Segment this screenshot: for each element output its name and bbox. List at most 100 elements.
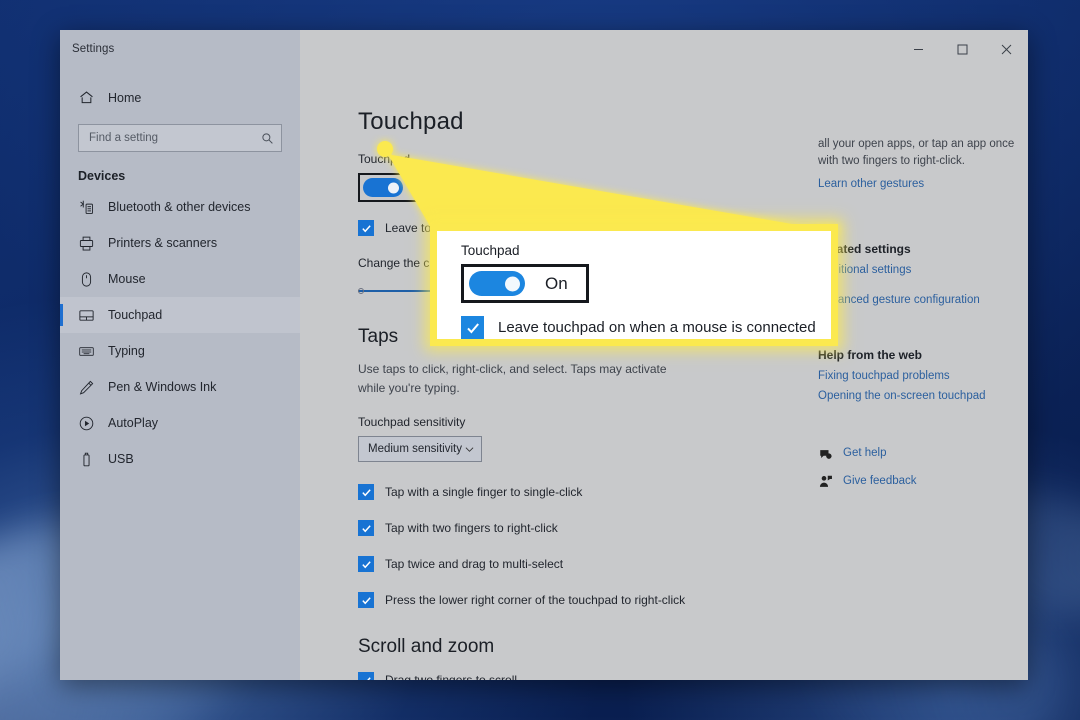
touchpad-toggle-callout: Touchpad On Leave touchpad on when a mou… bbox=[430, 224, 838, 346]
home-icon bbox=[78, 89, 95, 106]
title-bar-left: Settings bbox=[60, 30, 300, 68]
callout-toggle-highlight: On bbox=[461, 264, 589, 303]
taps-options-list: Tap with a single finger to single-click… bbox=[358, 484, 808, 608]
leave-touchpad-on-checkbox[interactable] bbox=[358, 220, 374, 236]
main-column: Touchpad Touchpad On Leave touchpad on w… bbox=[300, 68, 808, 680]
minimize-button[interactable] bbox=[896, 30, 940, 68]
sidebar-item-label: Typing bbox=[108, 344, 145, 358]
press-lower-right-corner-checkbox[interactable] bbox=[358, 592, 374, 608]
give-feedback-label: Give feedback bbox=[843, 475, 917, 487]
sidebar-item-typing[interactable]: Typing bbox=[60, 333, 300, 369]
sidebar-item-label: Printers & scanners bbox=[108, 236, 217, 250]
taps-option-row[interactable]: Tap with two fingers to right-click bbox=[358, 520, 808, 536]
search-wrapper bbox=[60, 115, 300, 152]
help-from-web-heading: Help from the web bbox=[818, 348, 1018, 362]
callout-touchpad-toggle[interactable] bbox=[469, 271, 525, 296]
fixing-touchpad-problems-link[interactable]: Fixing touchpad problems bbox=[818, 370, 1018, 382]
sidebar-item-mouse[interactable]: Mouse bbox=[60, 261, 300, 297]
sidebar-item-usb[interactable]: USB bbox=[60, 441, 300, 477]
taps-description: Use taps to click, right-click, and sele… bbox=[358, 360, 688, 397]
opening-on-screen-touchpad-link[interactable]: Opening the on-screen touchpad bbox=[818, 390, 1018, 402]
sidebar-item-autoplay[interactable]: AutoPlay bbox=[60, 405, 300, 441]
keyboard-icon bbox=[78, 343, 95, 360]
callout-checkbox-row[interactable]: Leave touchpad on when a mouse is connec… bbox=[461, 316, 831, 339]
callout-checkbox-label: Leave touchpad on when a mouse is connec… bbox=[498, 319, 816, 336]
taps-option-row[interactable]: Tap with a single finger to single-click bbox=[358, 484, 808, 500]
page-title: Touchpad bbox=[358, 108, 808, 136]
slider-start-dot bbox=[358, 288, 364, 294]
mouse-icon bbox=[78, 271, 95, 288]
check-icon bbox=[361, 523, 372, 534]
window-controls bbox=[300, 30, 1028, 68]
right-panel: all your open apps, or tap an app once w… bbox=[808, 68, 1028, 680]
search-input[interactable] bbox=[89, 132, 261, 144]
check-icon bbox=[361, 559, 372, 570]
related-settings-heading: Related settings bbox=[818, 242, 1018, 256]
touchpad-toggle-state: On bbox=[415, 181, 431, 195]
give-feedback-action[interactable]: Give feedback bbox=[818, 474, 1018, 489]
drag-two-fingers-label: Drag two fingers to scroll bbox=[385, 673, 517, 680]
get-help-icon bbox=[818, 446, 833, 461]
sidebar-home-label: Home bbox=[108, 91, 141, 105]
title-bar[interactable]: Settings bbox=[60, 30, 1028, 68]
window-body: Home Devices Bluetooth & other de bbox=[60, 68, 1028, 680]
check-icon bbox=[361, 487, 372, 498]
get-help-label: Get help bbox=[843, 447, 886, 459]
check-icon bbox=[361, 675, 372, 680]
touchpad-toggle-highlight: On bbox=[358, 173, 443, 202]
touchpad-sensitivity-label: Touchpad sensitivity bbox=[358, 415, 808, 429]
autoplay-icon bbox=[78, 415, 95, 432]
taps-option-row[interactable]: Press the lower right corner of the touc… bbox=[358, 592, 808, 608]
taps-option-row[interactable]: Tap twice and drag to multi-select bbox=[358, 556, 808, 572]
drag-two-fingers-checkbox[interactable] bbox=[358, 672, 374, 680]
search-icon[interactable] bbox=[261, 132, 274, 145]
usb-icon bbox=[78, 451, 95, 468]
sidebar: Home Devices Bluetooth & other de bbox=[60, 68, 300, 680]
tap-twice-drag-checkbox[interactable] bbox=[358, 556, 374, 572]
additional-settings-link[interactable]: Additional settings bbox=[818, 264, 1018, 276]
scroll-zoom-heading: Scroll and zoom bbox=[358, 636, 808, 658]
advanced-gesture-configuration-link[interactable]: Advanced gesture configuration bbox=[818, 294, 1018, 306]
tap-two-fingers-checkbox[interactable] bbox=[358, 520, 374, 536]
touchpad-sensitivity-dropdown[interactable]: Medium sensitivity bbox=[358, 436, 482, 462]
sidebar-item-bluetooth-other-devices[interactable]: Bluetooth & other devices bbox=[60, 189, 300, 225]
check-icon bbox=[361, 223, 372, 234]
taps-option-label: Press the lower right corner of the touc… bbox=[385, 593, 685, 607]
search-box[interactable] bbox=[78, 124, 282, 152]
tap-single-finger-checkbox[interactable] bbox=[358, 484, 374, 500]
get-help-action[interactable]: Get help bbox=[818, 446, 1018, 461]
callout-toggle-state: On bbox=[545, 274, 568, 294]
sidebar-item-printers-scanners[interactable]: Printers & scanners bbox=[60, 225, 300, 261]
close-button[interactable] bbox=[984, 30, 1028, 68]
callout-label: Touchpad bbox=[461, 243, 831, 258]
learn-other-gestures-link[interactable]: Learn other gestures bbox=[818, 178, 1018, 190]
callout-leave-touchpad-on-checkbox[interactable] bbox=[461, 316, 484, 339]
chevron-down-icon bbox=[465, 445, 474, 454]
sidebar-item-label: Touchpad bbox=[108, 308, 162, 322]
maximize-button[interactable] bbox=[940, 30, 984, 68]
touchpad-sensitivity-value: Medium sensitivity bbox=[368, 443, 462, 455]
sidebar-item-pen-windows-ink[interactable]: Pen & Windows Ink bbox=[60, 369, 300, 405]
sidebar-item-label: USB bbox=[108, 452, 134, 466]
window-title: Settings bbox=[72, 43, 114, 55]
touchpad-icon bbox=[78, 307, 95, 324]
settings-window: Settings Home bbox=[60, 30, 1028, 680]
touchpad-toggle-label: Touchpad bbox=[358, 152, 808, 166]
give-feedback-icon bbox=[818, 474, 833, 489]
drag-two-fingers-row[interactable]: Drag two fingers to scroll bbox=[358, 672, 808, 680]
taps-option-label: Tap with two fingers to right-click bbox=[385, 521, 558, 535]
sidebar-item-label: AutoPlay bbox=[108, 416, 158, 430]
content-area: Touchpad Touchpad On Leave touchpad on w… bbox=[300, 68, 1028, 680]
sidebar-item-touchpad[interactable]: Touchpad bbox=[60, 297, 300, 333]
pen-icon bbox=[78, 379, 95, 396]
gesture-description: all your open apps, or tap an app once w… bbox=[818, 136, 1018, 171]
sidebar-item-home[interactable]: Home bbox=[60, 80, 300, 115]
sidebar-item-label: Bluetooth & other devices bbox=[108, 200, 250, 214]
touchpad-toggle[interactable] bbox=[363, 178, 403, 197]
bluetooth-devices-icon bbox=[78, 199, 95, 216]
callout-toggle-knob bbox=[505, 276, 520, 291]
sidebar-section-devices: Devices bbox=[60, 152, 300, 189]
sidebar-item-label: Mouse bbox=[108, 272, 146, 286]
taps-option-label: Tap twice and drag to multi-select bbox=[385, 557, 563, 571]
printer-icon bbox=[78, 235, 95, 252]
